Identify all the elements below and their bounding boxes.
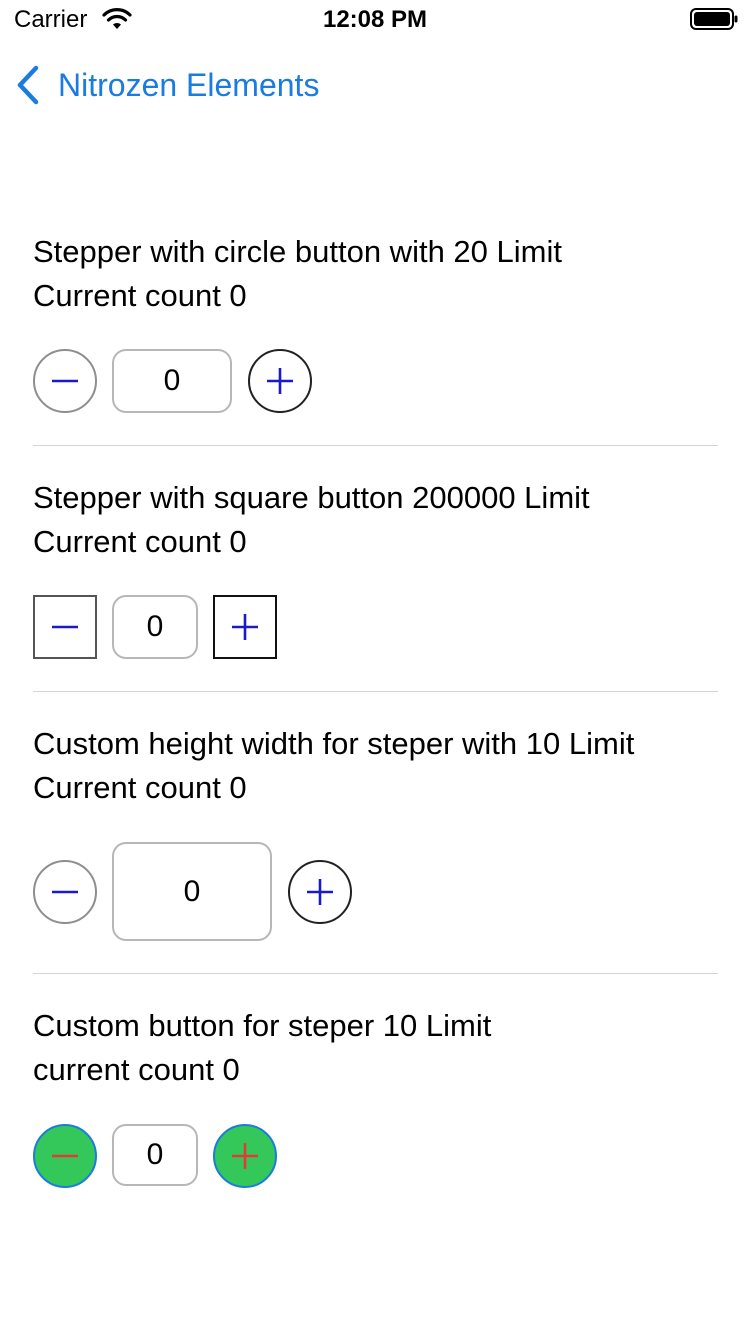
plus-icon: [232, 1143, 258, 1169]
section-title: Custom height width for steper with 10 L…: [33, 726, 635, 761]
minus-icon: [52, 890, 78, 894]
stepper-section-custom-size: Custom height width for steper with 10 L…: [33, 722, 718, 941]
decrement-button[interactable]: [33, 595, 97, 659]
back-button-label: Nitrozen Elements: [58, 67, 320, 103]
stepper-value[interactable]: 0: [112, 842, 272, 941]
current-count-label: Current count 0: [33, 278, 247, 313]
stepper-value[interactable]: 0: [112, 349, 232, 413]
battery-icon: [690, 8, 738, 30]
square-stepper: 0: [33, 595, 278, 659]
decrement-button[interactable]: [33, 860, 97, 924]
minus-icon: [52, 379, 78, 383]
current-count-label: Current count 0: [33, 524, 247, 559]
section-title: Stepper with square button 200000 Limit: [33, 480, 590, 515]
circle-stepper: 0: [33, 349, 313, 413]
custom-button-stepper: 0: [33, 1124, 278, 1188]
divider: [33, 445, 718, 446]
increment-button[interactable]: [213, 595, 277, 659]
back-button[interactable]: Nitrozen Elements: [14, 60, 319, 110]
increment-button[interactable]: [248, 349, 312, 413]
plus-icon: [267, 368, 293, 394]
divider: [33, 973, 718, 974]
divider: [33, 691, 718, 692]
section-title: Stepper with circle button with 20 Limit: [33, 234, 562, 269]
stepper-section-circle: Stepper with circle button with 20 Limit…: [33, 230, 718, 413]
status-time: 12:08 PM: [322, 6, 428, 33]
decrement-button[interactable]: [33, 349, 97, 413]
minus-icon: [52, 1154, 78, 1158]
current-count-label: current count 0: [33, 1052, 240, 1087]
stepper-section-square: Stepper with square button 200000 Limit …: [33, 476, 718, 659]
plus-icon: [232, 614, 258, 640]
section-title: Custom button for steper 10 Limit: [33, 1008, 492, 1043]
increment-button[interactable]: [288, 860, 352, 924]
stepper-section-custom-button: Custom button for steper 10 Limit curren…: [33, 1004, 718, 1188]
current-count-label: Current count 0: [33, 770, 247, 805]
custom-size-stepper: 0: [33, 842, 353, 942]
stepper-value[interactable]: 0: [112, 1124, 198, 1186]
increment-button[interactable]: [213, 1124, 277, 1188]
stepper-value[interactable]: 0: [112, 595, 198, 659]
minus-icon: [52, 625, 78, 629]
plus-icon: [307, 879, 333, 905]
status-bar: Carrier 12:08 PM: [0, 0, 750, 40]
chevron-left-icon: [17, 65, 39, 105]
decrement-button[interactable]: [33, 1124, 97, 1188]
